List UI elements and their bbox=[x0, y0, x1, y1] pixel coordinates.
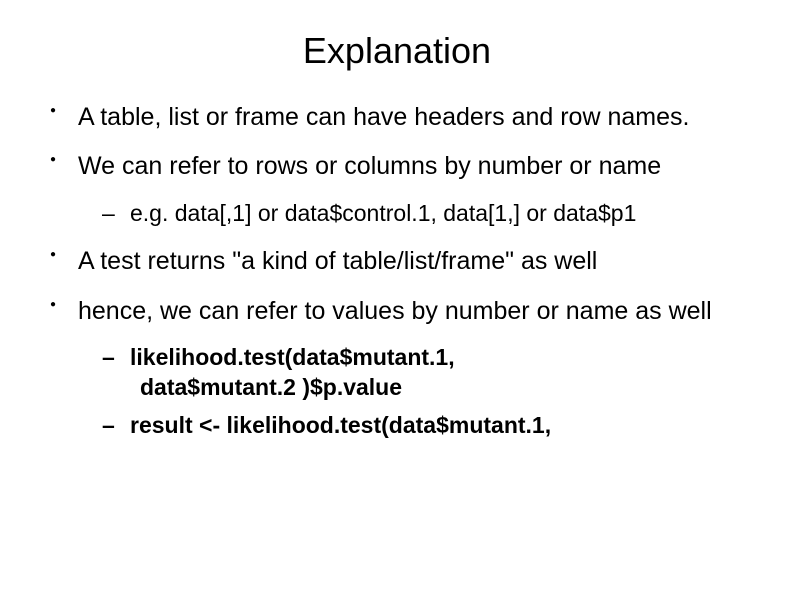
sub-bullet-text: e.g. data[,1] or data$control.1, data[1,… bbox=[130, 200, 636, 226]
sub-bullet-item: result <- likelihood.test(data$mutant.1, bbox=[102, 411, 754, 441]
bullet-text: We can refer to rows or columns by numbe… bbox=[78, 152, 661, 180]
sub-bullet-list: e.g. data[,1] or data$control.1, data[1,… bbox=[78, 199, 754, 229]
sub-bullet-text: result <- likelihood.test(data$mutant.1, bbox=[130, 412, 551, 438]
sub-bullet-item: e.g. data[,1] or data$control.1, data[1,… bbox=[102, 199, 754, 229]
bullet-item: A table, list or frame can have headers … bbox=[50, 102, 754, 133]
sub-bullet-text-continuation: data$mutant.2 )$p.value bbox=[130, 374, 402, 400]
bullet-item: hence, we can refer to values by number … bbox=[50, 296, 754, 441]
sub-bullet-list: likelihood.test(data$mutant.1, data$muta… bbox=[78, 343, 754, 441]
sub-bullet-item: likelihood.test(data$mutant.1, data$muta… bbox=[102, 343, 754, 403]
main-bullet-list: A table, list or frame can have headers … bbox=[40, 102, 754, 441]
bullet-text: A test returns "a kind of table/list/fra… bbox=[78, 247, 597, 275]
sub-bullet-text: likelihood.test(data$mutant.1, bbox=[130, 344, 455, 370]
bullet-item: We can refer to rows or columns by numbe… bbox=[50, 151, 754, 228]
slide-title: Explanation bbox=[40, 30, 754, 72]
bullet-item: A test returns "a kind of table/list/fra… bbox=[50, 246, 754, 277]
bullet-text: hence, we can refer to values by number … bbox=[78, 297, 712, 325]
bullet-text: A table, list or frame can have headers … bbox=[78, 103, 689, 131]
